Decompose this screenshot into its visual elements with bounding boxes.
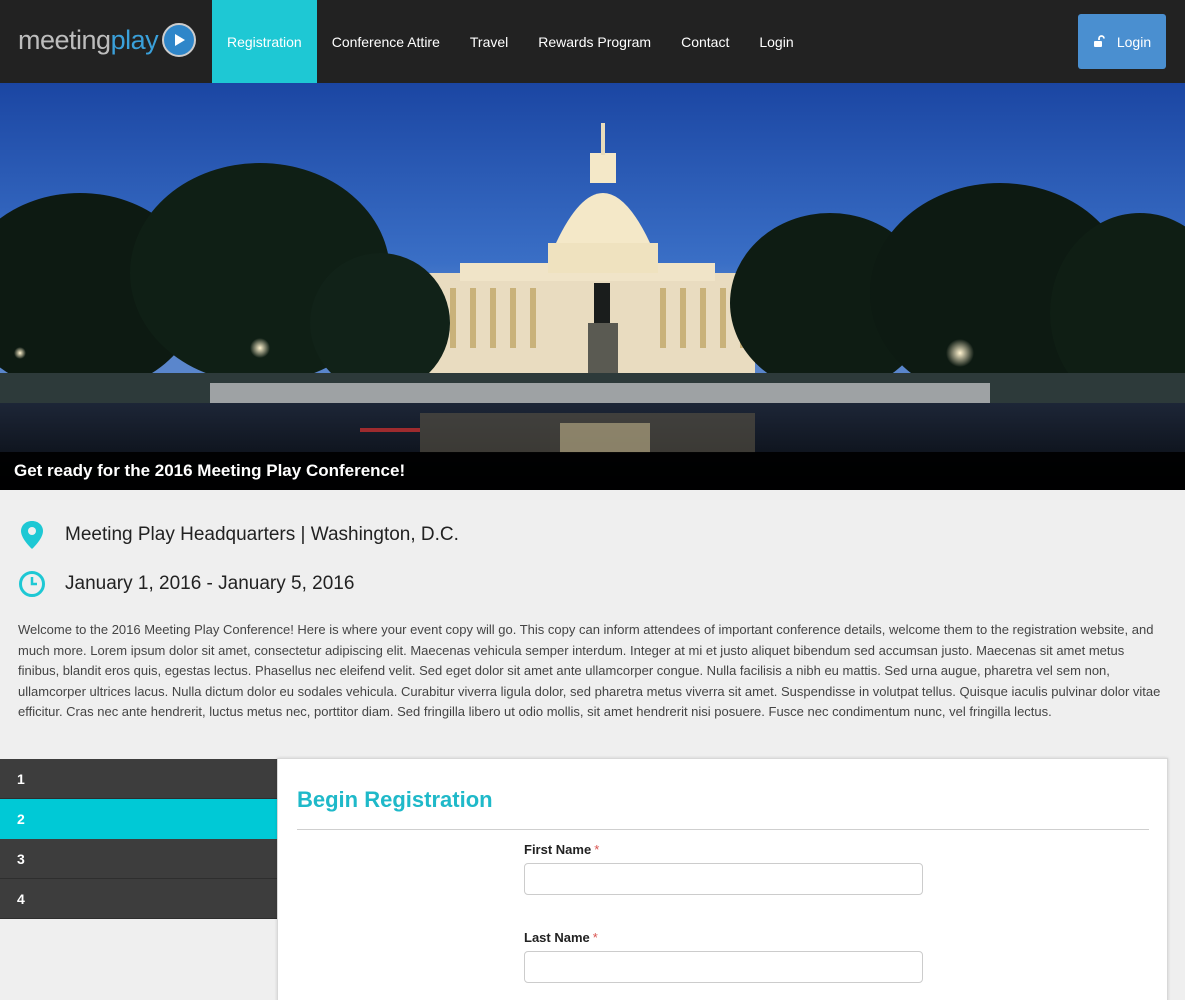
clock-icon [18, 570, 46, 598]
play-icon [162, 23, 197, 57]
login-button[interactable]: Login [1078, 14, 1166, 69]
step-3[interactable]: 3 [0, 839, 277, 879]
nav-rewards-program[interactable]: Rewards Program [523, 0, 666, 83]
event-dates-row: January 1, 2016 - January 5, 2016 [18, 570, 354, 598]
logo-word-play: play [110, 24, 159, 55]
top-navbar: meeting play Registration Conference Att… [0, 0, 1185, 83]
step-4[interactable]: 4 [0, 879, 277, 919]
nav-contact[interactable]: Contact [666, 0, 744, 83]
last-name-label-text: Last Name [524, 930, 590, 945]
nav-conference-attire[interactable]: Conference Attire [317, 0, 455, 83]
nav-registration[interactable]: Registration [212, 0, 317, 83]
step-2[interactable]: 2 [0, 799, 277, 839]
logo-word-meeting: meeting [18, 24, 111, 55]
required-mark: * [594, 842, 600, 857]
event-location: Meeting Play Headquarters | Washington, … [65, 524, 459, 545]
hero-caption: Get ready for the 2016 Meeting Play Conf… [0, 452, 1185, 490]
first-name-input[interactable] [524, 863, 923, 895]
hero-banner: Get ready for the 2016 Meeting Play Conf… [0, 83, 1185, 490]
login-button-label: Login [1116, 33, 1152, 50]
nav-login[interactable]: Login [744, 0, 808, 83]
first-name-label: First Name * [524, 842, 599, 857]
brand-logo[interactable]: meeting play [18, 22, 197, 58]
nav-travel[interactable]: Travel [455, 0, 523, 83]
unlock-icon [1093, 34, 1105, 47]
event-description: Welcome to the 2016 Meeting Play Confere… [18, 622, 1161, 719]
registration-steps: 1 2 3 4 [0, 759, 277, 919]
map-pin-icon [18, 521, 46, 549]
registration-form-panel: Begin Registration First Name * Last Name… [277, 758, 1168, 1000]
event-dates: January 1, 2016 - January 5, 2016 [65, 573, 355, 594]
event-location-row: Meeting Play Headquarters | Washington, … [18, 521, 459, 549]
step-1[interactable]: 1 [0, 759, 277, 799]
capitol-photo [0, 83, 1185, 490]
form-title: Begin Registration [297, 787, 493, 812]
main-nav: Registration Conference Attire Travel Re… [212, 0, 809, 83]
last-name-label: Last Name * [524, 930, 598, 945]
last-name-input[interactable] [524, 951, 923, 983]
form-divider [297, 829, 1149, 830]
required-mark: * [592, 930, 598, 945]
first-name-label-text: First Name [524, 842, 592, 857]
